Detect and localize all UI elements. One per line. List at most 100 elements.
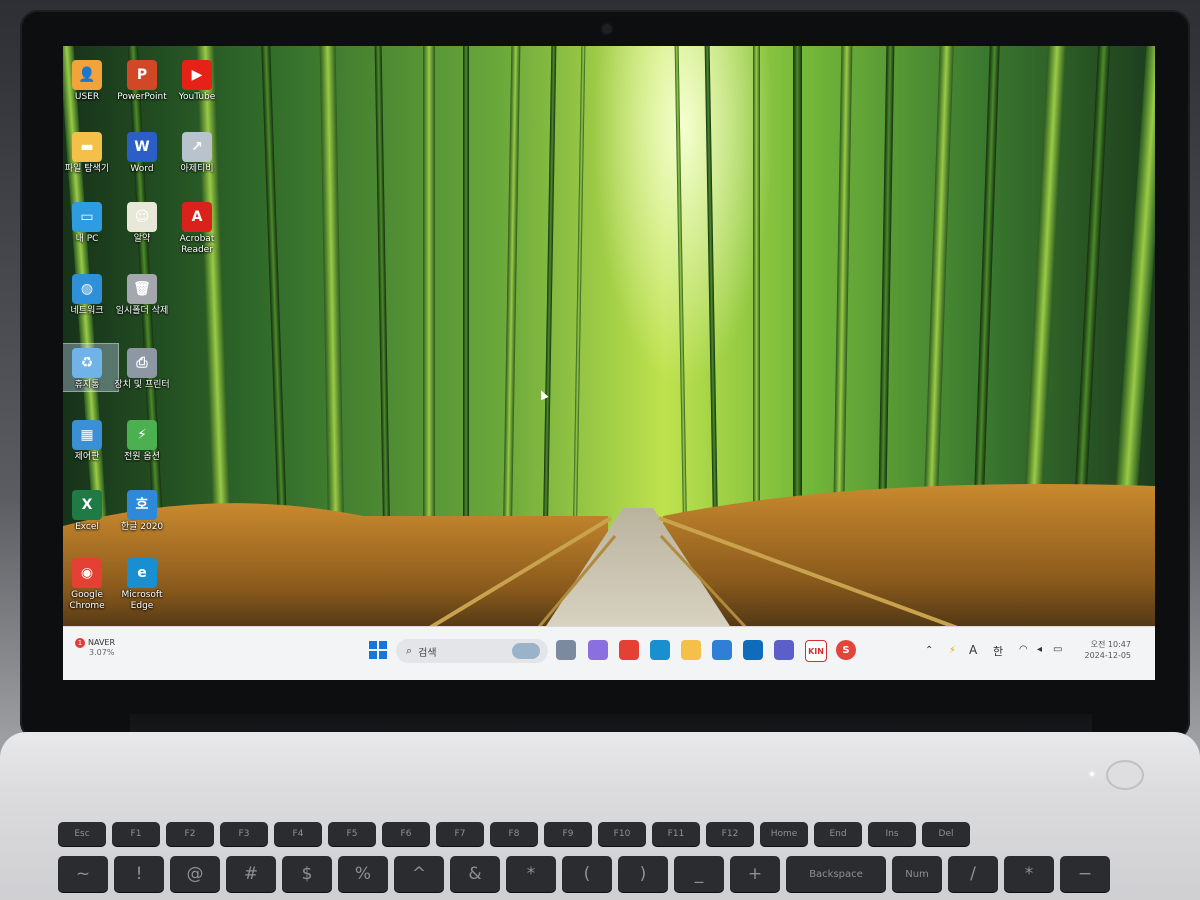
key-num-12[interactable]: + bbox=[730, 856, 780, 892]
taskbar-kin-icon[interactable]: KIN bbox=[805, 640, 827, 662]
chrome-icon: ◉ bbox=[72, 558, 102, 588]
key-del[interactable]: Del bbox=[922, 822, 970, 846]
bamboo-stem bbox=[260, 46, 288, 546]
key-f8[interactable]: F8 bbox=[490, 822, 538, 846]
key-num-11[interactable]: _ bbox=[674, 856, 724, 892]
key-f12[interactable]: F12 bbox=[706, 822, 754, 846]
battery-icon[interactable]: ▭ bbox=[1053, 644, 1062, 655]
desktop-icon-control-panel[interactable]: ▦ 제어판 bbox=[63, 416, 118, 463]
weather-badge: 1 bbox=[75, 638, 85, 648]
desktop-icon-label: 아제티비 bbox=[180, 164, 214, 174]
clock-time: 오전 10:47 bbox=[1090, 640, 1131, 649]
key-f3[interactable]: F3 bbox=[220, 822, 268, 846]
key-f10[interactable]: F10 bbox=[598, 822, 646, 846]
taskbar-widgets-icon[interactable] bbox=[556, 640, 576, 660]
volume-icon[interactable]: ◂ bbox=[1037, 644, 1042, 655]
desktop-icon-network[interactable]: ◍ 네트워크 bbox=[63, 270, 118, 317]
desktop-icon-excel[interactable]: X Excel bbox=[63, 486, 118, 533]
desktop-icon-label: 전원 옵션 bbox=[124, 452, 160, 462]
key-num-9[interactable]: ( bbox=[562, 856, 612, 892]
taskbar-s-app-icon[interactable]: S bbox=[836, 640, 856, 660]
key-f11[interactable]: F11 bbox=[652, 822, 700, 846]
tray-lightning-icon[interactable]: ⚡ bbox=[949, 645, 956, 656]
key-num-15[interactable]: / bbox=[948, 856, 998, 892]
key-num-2[interactable]: @ bbox=[170, 856, 220, 892]
taskbar-copilot-icon[interactable] bbox=[588, 640, 608, 660]
key-num-14[interactable]: Num bbox=[892, 856, 942, 892]
tray-ime[interactable]: 한 bbox=[993, 643, 1003, 659]
key-num-16[interactable]: * bbox=[1004, 856, 1054, 892]
taskbar-edge-icon[interactable] bbox=[650, 640, 670, 660]
desktop-icon-file-explorer[interactable]: ▬ 파일 탐색기 bbox=[63, 128, 118, 175]
taskbar-outlook-icon[interactable] bbox=[743, 640, 763, 660]
taskbar-clock[interactable]: 오전 10:47 2024-12-05 bbox=[1071, 639, 1132, 661]
taskbar-chrome-icon[interactable] bbox=[619, 640, 639, 660]
desktop-icon-my-pc[interactable]: ▭ 내 PC bbox=[63, 198, 118, 245]
desktop-icon-trash-temp[interactable]: 🗑 임시폴더 삭제 bbox=[111, 270, 173, 317]
key-num-10[interactable]: ) bbox=[618, 856, 668, 892]
edge-icon: e bbox=[127, 558, 157, 588]
key-ins[interactable]: Ins bbox=[868, 822, 916, 846]
key-num-4[interactable]: $ bbox=[282, 856, 332, 892]
desktop-icon-recycle-bin[interactable]: ♻ 휴지통 bbox=[63, 343, 119, 392]
key-esc[interactable]: Esc bbox=[58, 822, 106, 846]
desktop-icon-label: 제어판 bbox=[74, 452, 100, 462]
start-icon-tile-2 bbox=[379, 641, 387, 649]
key-f6[interactable]: F6 bbox=[382, 822, 430, 846]
desktop-icon-hangul-2020[interactable]: 호 한글 2020 bbox=[111, 486, 173, 533]
desktop-icon-chrome[interactable]: ◉ Google Chrome bbox=[63, 554, 118, 612]
taskbar-file-explorer-icon[interactable] bbox=[681, 640, 701, 660]
desktop-icon-devices-printers[interactable]: ⎙ 장치 및 프린터 bbox=[111, 344, 173, 391]
wifi-icon[interactable]: ◠ bbox=[1019, 644, 1028, 655]
taskbar-teams-icon[interactable] bbox=[774, 640, 794, 660]
key-home[interactable]: Home bbox=[760, 822, 808, 846]
word-icon: W bbox=[127, 132, 157, 162]
trash-temp-icon: 🗑 bbox=[127, 274, 157, 304]
key-f1[interactable]: F1 bbox=[112, 822, 160, 846]
desktop-icon-alyac[interactable]: ☺ 알약 bbox=[111, 198, 173, 245]
search-icon: ⌕ bbox=[406, 644, 413, 657]
tray-chevron-icon[interactable]: ⌃ bbox=[925, 645, 933, 656]
my-pc-icon: ▭ bbox=[72, 202, 102, 232]
key-num-6[interactable]: ^ bbox=[394, 856, 444, 892]
desktop-icon-powerpoint[interactable]: P PowerPoint bbox=[111, 56, 173, 103]
key-f7[interactable]: F7 bbox=[436, 822, 484, 846]
key-num-1[interactable]: ! bbox=[114, 856, 164, 892]
desktop-icon-acrobat-reader[interactable]: A Acrobat Reader bbox=[166, 198, 228, 256]
start-button[interactable] bbox=[369, 641, 387, 659]
weather-widget[interactable]: 1 NAVER 3.07% bbox=[75, 638, 115, 658]
desktop-icon-label: 네트워크 bbox=[70, 306, 104, 316]
desktop-icon-power-options[interactable]: ⚡ 전원 옵션 bbox=[111, 416, 173, 463]
key-f5[interactable]: F5 bbox=[328, 822, 376, 846]
tray-language[interactable]: A bbox=[969, 643, 977, 657]
search-highlight-icon bbox=[512, 643, 540, 659]
desktop-icon-youtube[interactable]: ▶ YouTube bbox=[166, 56, 228, 103]
key-num-17[interactable]: − bbox=[1060, 856, 1110, 892]
key-backspace[interactable]: Backspace bbox=[786, 856, 886, 892]
key-num-8[interactable]: * bbox=[506, 856, 556, 892]
bamboo-stem bbox=[877, 46, 895, 547]
desktop-icon-word[interactable]: W Word bbox=[111, 128, 173, 175]
key-f9[interactable]: F9 bbox=[544, 822, 592, 846]
hangul-2020-icon: 호 bbox=[127, 490, 157, 520]
taskbar-search-box[interactable]: ⌕ 검색 bbox=[396, 639, 548, 663]
key-end[interactable]: End bbox=[814, 822, 862, 846]
key-num-5[interactable]: % bbox=[338, 856, 388, 892]
desktop-icon-label: 파일 탐색기 bbox=[64, 164, 110, 174]
desktop-icon-ajetv[interactable]: ↗ 아제티비 bbox=[166, 128, 228, 175]
acrobat-reader-icon: A bbox=[182, 202, 212, 232]
key-num-7[interactable]: & bbox=[450, 856, 500, 892]
desktop-icon-user-folder[interactable]: 👤 USER bbox=[63, 56, 118, 103]
weather-subtext: 3.07% bbox=[89, 648, 115, 657]
key-f2[interactable]: F2 bbox=[166, 822, 214, 846]
bamboo-stem bbox=[195, 46, 232, 546]
bamboo-stem bbox=[704, 46, 719, 546]
excel-icon: X bbox=[72, 490, 102, 520]
key-num-0[interactable]: ~ bbox=[58, 856, 108, 892]
webcam bbox=[602, 24, 612, 34]
taskbar-store-icon[interactable] bbox=[712, 640, 732, 660]
desktop-icon-edge[interactable]: e Microsoft Edge bbox=[111, 554, 173, 612]
power-button[interactable] bbox=[1106, 760, 1144, 790]
key-num-3[interactable]: # bbox=[226, 856, 276, 892]
key-f4[interactable]: F4 bbox=[274, 822, 322, 846]
